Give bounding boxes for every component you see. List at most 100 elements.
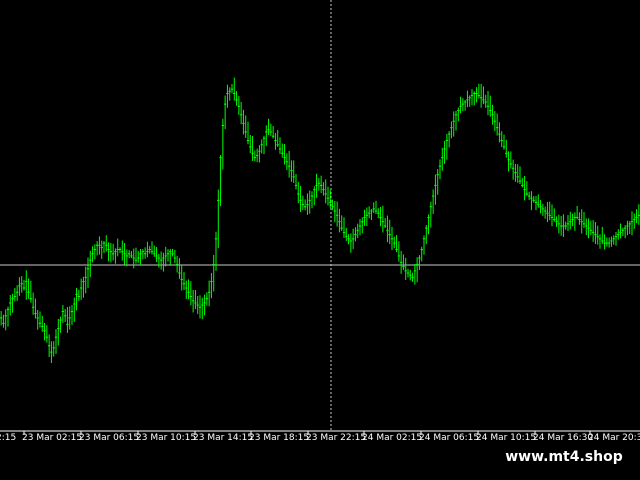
candle[interactable] [134, 247, 138, 264]
candle[interactable] [93, 244, 97, 260]
candle[interactable] [205, 292, 209, 306]
candle[interactable] [386, 215, 389, 243]
candle[interactable] [562, 214, 565, 237]
candle[interactable] [530, 191, 533, 211]
candle[interactable] [79, 278, 83, 300]
candle[interactable] [95, 241, 99, 256]
candle[interactable] [13, 287, 17, 302]
candle[interactable] [388, 219, 391, 245]
candle[interactable] [569, 211, 572, 230]
candle[interactable] [278, 137, 282, 154]
candle[interactable] [409, 269, 412, 281]
candle[interactable] [596, 225, 599, 245]
candle[interactable] [509, 151, 513, 169]
candle[interactable] [575, 205, 579, 220]
candle[interactable] [573, 212, 577, 231]
candle[interactable] [491, 104, 494, 125]
candle[interactable] [105, 235, 108, 252]
candle[interactable] [340, 215, 343, 231]
candle[interactable] [607, 237, 611, 248]
candle[interactable] [196, 295, 199, 315]
candle[interactable] [454, 110, 458, 131]
candle[interactable] [219, 155, 222, 207]
candle[interactable] [354, 227, 357, 242]
candle[interactable] [146, 241, 149, 258]
candle[interactable] [351, 228, 355, 250]
candle[interactable] [15, 285, 19, 301]
candle[interactable] [217, 189, 220, 249]
candle[interactable] [370, 209, 373, 221]
candle[interactable] [468, 95, 471, 107]
candle[interactable] [18, 277, 21, 296]
candle[interactable] [47, 334, 51, 357]
candle[interactable] [402, 254, 405, 271]
candle[interactable] [251, 135, 254, 161]
candle[interactable] [201, 297, 204, 320]
candle[interactable] [194, 289, 197, 310]
candle[interactable] [390, 226, 394, 250]
candle[interactable] [125, 249, 129, 267]
candle[interactable] [507, 151, 510, 172]
candle[interactable] [153, 245, 156, 257]
candle[interactable] [356, 223, 359, 239]
candle[interactable] [559, 216, 563, 236]
candle[interactable] [34, 298, 37, 319]
candle[interactable] [374, 200, 378, 215]
candle[interactable] [114, 248, 117, 264]
candle[interactable] [91, 246, 94, 263]
candle[interactable] [422, 235, 426, 255]
candle[interactable] [502, 134, 506, 150]
candle[interactable] [0, 311, 3, 326]
candle[interactable] [393, 236, 396, 249]
candle[interactable] [157, 253, 161, 268]
candle[interactable] [482, 86, 485, 105]
candle[interactable] [367, 206, 371, 219]
candle[interactable] [36, 309, 39, 330]
candle[interactable] [237, 96, 241, 115]
candle[interactable] [484, 94, 487, 108]
candle[interactable] [63, 309, 67, 322]
candle[interactable] [267, 118, 270, 135]
candle[interactable] [566, 215, 570, 231]
candle[interactable] [173, 249, 177, 264]
candle[interactable] [333, 200, 337, 223]
candle[interactable] [155, 247, 158, 263]
candle[interactable] [594, 222, 597, 245]
candle[interactable] [4, 309, 7, 331]
candle[interactable] [258, 145, 261, 163]
candle[interactable] [322, 182, 325, 196]
candle[interactable] [546, 201, 549, 223]
candle[interactable] [548, 201, 551, 221]
candle[interactable] [452, 111, 455, 137]
candle[interactable] [310, 191, 314, 209]
candle[interactable] [443, 140, 446, 164]
candle[interactable] [459, 96, 462, 114]
candle[interactable] [137, 251, 140, 263]
candle[interactable] [621, 227, 625, 237]
candle[interactable] [338, 208, 341, 233]
candle[interactable] [450, 121, 453, 139]
candle[interactable] [457, 107, 460, 122]
candle[interactable] [84, 266, 87, 294]
candle[interactable] [614, 231, 618, 246]
candle[interactable] [537, 194, 540, 208]
candle[interactable] [178, 258, 181, 279]
candle[interactable] [22, 279, 26, 291]
candle[interactable] [550, 204, 554, 227]
candle[interactable] [27, 278, 30, 299]
candle[interactable] [317, 177, 321, 191]
candle[interactable] [431, 189, 435, 214]
candle[interactable] [591, 220, 595, 242]
candle[interactable] [564, 221, 567, 230]
candle[interactable] [623, 225, 627, 239]
candle[interactable] [555, 216, 558, 227]
candle[interactable] [130, 250, 133, 259]
candle[interactable] [171, 248, 174, 257]
candle[interactable] [285, 153, 289, 171]
candle[interactable] [610, 236, 613, 247]
candle[interactable] [141, 249, 145, 260]
candle[interactable] [292, 160, 295, 183]
candle[interactable] [75, 287, 78, 311]
candle[interactable] [315, 173, 318, 198]
candle[interactable] [118, 247, 122, 254]
